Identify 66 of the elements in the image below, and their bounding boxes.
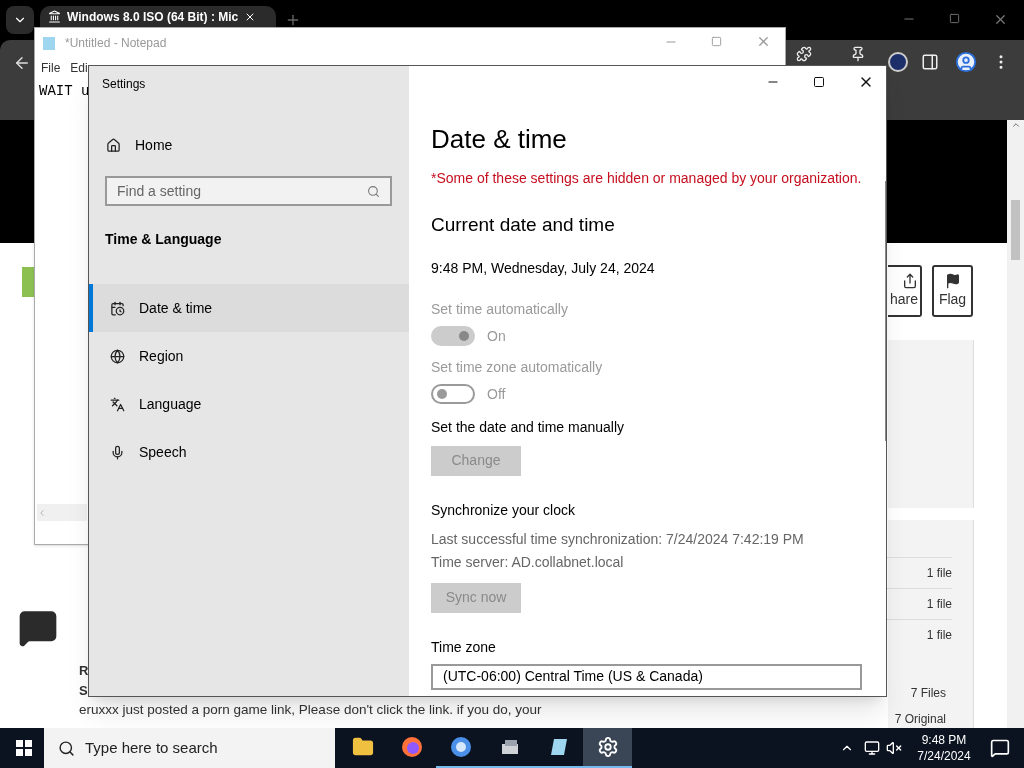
browser-tab[interactable]: Windows 8.0 ISO (64 Bit) : Mic [40, 6, 276, 27]
microphone-icon [110, 444, 125, 460]
file-total: 7 Files [909, 685, 946, 702]
comment-icon [18, 608, 58, 648]
section-heading: Synchronize your clock [431, 500, 576, 520]
taskbar-search-field[interactable]: Type here to search [44, 728, 335, 768]
browser-logo-icon [400, 736, 423, 758]
time-server: Time server: AD.collabnet.local [431, 552, 625, 572]
search-icon [367, 184, 380, 198]
page-title: Date & time [431, 123, 568, 156]
share-icon [902, 272, 918, 289]
start-icon[interactable] [16, 740, 32, 756]
nav-item[interactable]: Date & time [89, 284, 409, 332]
pin-icon[interactable] [850, 46, 866, 62]
maximize-icon[interactable] [813, 76, 825, 88]
flag-icon [944, 272, 961, 289]
nav-item[interactable]: Language [89, 380, 409, 428]
comment-author: R [79, 662, 89, 680]
notepad-icon [41, 35, 57, 51]
back-icon[interactable] [13, 54, 31, 72]
field-label: Time zone [431, 637, 497, 657]
search-icon [58, 739, 75, 757]
window-title: Settings [101, 76, 147, 93]
nav-item[interactable]: Speech [89, 428, 409, 476]
menu-item[interactable]: Edi [70, 59, 88, 77]
section-title: Time & Language [104, 230, 223, 249]
expand-tabs-button[interactable] [6, 6, 34, 34]
restore-icon[interactable] [949, 13, 960, 24]
building-icon [48, 10, 61, 23]
home-icon [106, 138, 121, 153]
scroll-up-icon[interactable] [1010, 120, 1021, 130]
profile-icon[interactable] [955, 51, 977, 73]
scrollbar-thumb[interactable] [1011, 200, 1020, 260]
toggle-label: Set time zone automatically [431, 357, 604, 377]
toggle-label: Set time automatically [431, 299, 569, 319]
toggle-state: Off [487, 384, 506, 404]
comment-text: eruxxx just posted a porn game link, Please don't click the link. if you do, your [79, 701, 542, 719]
volume-muted-icon[interactable] [886, 740, 902, 756]
current-date-time: 9:48 PM, Wednesday, July 24, 2024 [431, 258, 656, 278]
menu-item[interactable]: File [41, 59, 61, 77]
settings-icon [596, 736, 619, 758]
notifications-icon[interactable] [990, 738, 1010, 758]
file-total: 7 Original [893, 711, 946, 728]
globe-icon [110, 348, 125, 364]
comment-subject: S [79, 682, 88, 700]
time-zone-dropdown[interactable]: (UTC-06:00) Central Time (US & Canada) [431, 663, 862, 690]
taskbar-app[interactable] [583, 728, 632, 768]
warning-text: *Some of these settings are hidden or managed by your organization. [431, 169, 863, 188]
notepad-text: WAIT u [39, 82, 90, 101]
manual-label: Set the date and time manually [431, 417, 625, 437]
home-link[interactable]: Home [89, 135, 409, 156]
flag-button[interactable]: Flag [932, 265, 973, 317]
new-tab-icon[interactable] [285, 12, 301, 28]
search-field[interactable]: Find a setting [105, 176, 392, 206]
folder-icon [351, 736, 374, 758]
section-heading: Current date and time [431, 213, 616, 237]
window-title: *Untitled - Notepad [65, 35, 167, 52]
nav-item[interactable]: Region [89, 332, 409, 380]
calendar-clock-icon [110, 300, 125, 316]
side-panel-icon[interactable] [921, 53, 939, 71]
toggle-state: On [487, 326, 506, 346]
browser-logo-icon [449, 736, 472, 758]
language-icon [110, 396, 125, 412]
sync-info: Last successful time synchronization: 7/24/2024 7:42:19 PM [431, 529, 805, 549]
network-icon[interactable] [864, 740, 880, 756]
clock[interactable]: 9:48 PM 7/24/2024 [912, 732, 976, 764]
